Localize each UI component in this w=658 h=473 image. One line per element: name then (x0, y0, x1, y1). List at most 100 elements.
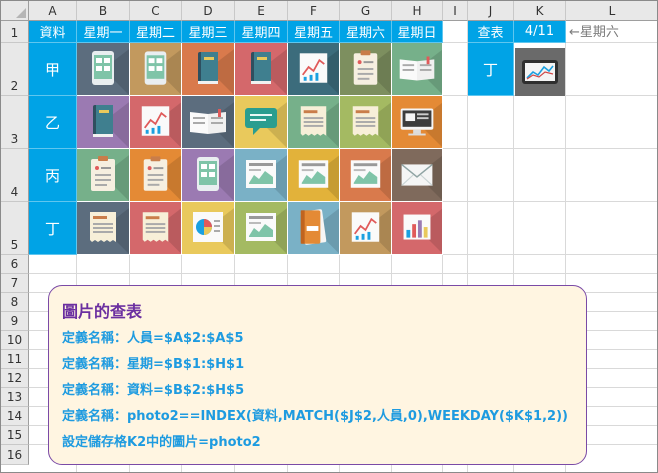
receipt-icon (300, 102, 339, 148)
data-cell-picture[interactable] (288, 202, 340, 255)
note-title: 圖片的查表 (62, 302, 143, 321)
column-header-k[interactable]: K (514, 1, 566, 21)
explanation-note-box: 圖片的查表 定義名稱：人員=$A$2:$A$5 定義名稱：星期=$B$1:$H$… (48, 285, 587, 465)
cell-c1-weekday[interactable]: 星期二 (130, 21, 182, 43)
data-cell-picture[interactable] (77, 43, 130, 96)
data-cell-picture[interactable] (182, 43, 235, 96)
column-header-l[interactable]: L (566, 1, 657, 21)
column-header-g[interactable]: G (340, 1, 392, 21)
column-header-i[interactable]: I (443, 1, 468, 21)
clipboard-icon (91, 155, 129, 201)
data-cell-picture[interactable] (77, 149, 130, 202)
cell-a4-person[interactable]: 丙 (29, 149, 77, 202)
spreadsheet-window: A B C D E F G H I J K L 1 2 3 4 5 6 7 8 … (0, 0, 658, 473)
cell-k1-date[interactable]: 4/11 (514, 21, 566, 43)
row-header-15[interactable]: 15 (1, 426, 29, 445)
row-header-10[interactable]: 10 (1, 331, 29, 350)
row-header-16[interactable]: 16 (1, 445, 29, 465)
row-header-8[interactable]: 8 (1, 293, 29, 312)
pie-chart-icon (193, 208, 234, 254)
data-cell-picture[interactable] (235, 43, 288, 96)
row-header-14[interactable]: 14 (1, 407, 29, 426)
column-header-e[interactable]: E (235, 1, 288, 21)
cell-f1-weekday[interactable]: 星期五 (288, 21, 340, 43)
row-header-2[interactable]: 2 (1, 43, 29, 96)
data-cell-picture[interactable] (182, 149, 235, 202)
column-header-h[interactable]: H (392, 1, 443, 21)
data-cell-picture[interactable] (130, 202, 182, 255)
cell-d1-weekday[interactable]: 星期三 (182, 21, 235, 43)
note-line-1: 定義名稱：人員=$A$2:$A$5 (62, 331, 244, 346)
data-cell-picture[interactable] (77, 96, 130, 149)
report-icon (350, 155, 391, 201)
tablet-chart-icon (515, 48, 565, 96)
cell-e1-weekday[interactable]: 星期四 (235, 21, 288, 43)
data-cell-picture[interactable] (288, 149, 340, 202)
select-all-corner[interactable] (1, 1, 29, 21)
column-header-d[interactable]: D (182, 1, 235, 21)
row-header-13[interactable]: 13 (1, 388, 29, 407)
column-header-a[interactable]: A (29, 1, 77, 21)
cell-a5-person[interactable]: 丁 (29, 202, 77, 255)
data-cell-picture[interactable] (130, 149, 182, 202)
column-header-f[interactable]: F (288, 1, 340, 21)
chart-icon (299, 49, 339, 95)
cell-j2-lookup-person[interactable]: 丁 (468, 43, 514, 96)
k2-linked-picture[interactable] (515, 48, 565, 96)
data-cell-picture[interactable] (392, 202, 443, 255)
data-cell-picture[interactable] (288, 43, 340, 96)
note-line-3: 定義名稱：資料=$B$2:$H$5 (62, 383, 245, 398)
tablet-icon (92, 49, 129, 95)
clipboard-icon (143, 155, 181, 201)
cell-l1-note[interactable]: ←星期六 (569, 22, 619, 44)
data-cell-picture[interactable] (182, 96, 235, 149)
column-header-b[interactable]: B (77, 1, 130, 21)
column-header-c[interactable]: C (130, 1, 182, 21)
row-header-11[interactable]: 11 (1, 350, 29, 369)
data-cell-picture[interactable] (340, 96, 392, 149)
row-header-9[interactable]: 9 (1, 312, 29, 331)
book-icon (198, 49, 234, 95)
column-header-j[interactable]: J (468, 1, 514, 21)
cell-j1[interactable]: 查表 (468, 21, 514, 43)
data-cell-picture[interactable] (340, 149, 392, 202)
open-book-icon (399, 49, 442, 94)
data-cell-picture[interactable] (392, 43, 443, 96)
receipt-icon (90, 208, 129, 254)
note-line-5: 設定儲存格K2中的圖片=photo2 (62, 435, 261, 450)
row-header-12[interactable]: 12 (1, 369, 29, 388)
cell-b1-weekday[interactable]: 星期一 (77, 21, 130, 43)
data-cell-picture[interactable] (77, 202, 130, 255)
report-icon (246, 208, 287, 254)
row-header-5[interactable]: 5 (1, 202, 29, 255)
row-header-1[interactable]: 1 (1, 21, 29, 43)
cell-g1-weekday[interactable]: 星期六 (340, 21, 392, 43)
data-cell-picture[interactable] (340, 202, 392, 255)
open-book-icon (190, 102, 234, 148)
data-cell-picture[interactable] (235, 149, 288, 202)
cell-a1[interactable]: 資料 (29, 21, 77, 43)
data-cell-picture[interactable] (235, 96, 288, 149)
chat-icon (245, 102, 287, 148)
report-icon (246, 155, 287, 201)
cell-h1-weekday[interactable]: 星期日 (392, 21, 443, 43)
monitor-icon (400, 102, 442, 147)
tablet-icon (144, 49, 181, 95)
row-header-4[interactable]: 4 (1, 149, 29, 202)
notebook-icon (300, 208, 339, 254)
bar-chart-icon (403, 208, 442, 253)
data-cell-picture[interactable] (340, 43, 392, 96)
data-cell-picture[interactable] (288, 96, 340, 149)
cell-a2-person[interactable]: 甲 (29, 43, 77, 96)
row-header-6[interactable]: 6 (1, 255, 29, 274)
data-cell-picture[interactable] (392, 149, 443, 202)
book-icon (93, 102, 129, 148)
data-cell-picture[interactable] (130, 43, 182, 96)
row-header-7[interactable]: 7 (1, 274, 29, 293)
data-cell-picture[interactable] (235, 202, 288, 255)
data-cell-picture[interactable] (182, 202, 235, 255)
data-cell-picture[interactable] (392, 96, 443, 149)
cell-a3-person[interactable]: 乙 (29, 96, 77, 149)
row-header-3[interactable]: 3 (1, 96, 29, 149)
data-cell-picture[interactable] (130, 96, 182, 149)
